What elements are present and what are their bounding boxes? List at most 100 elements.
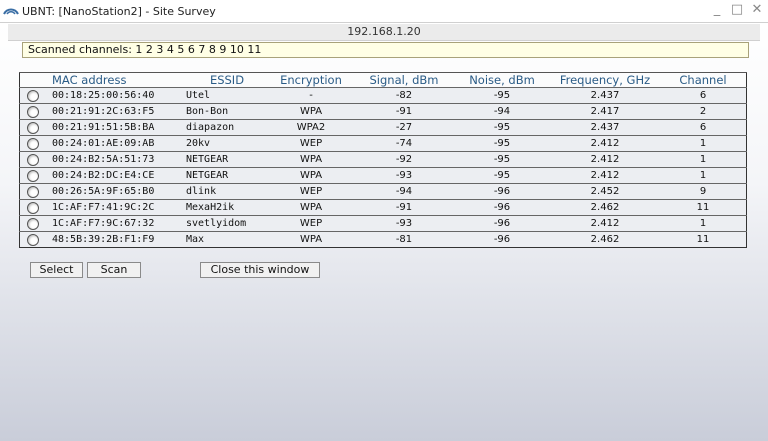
- survey-table: MAC address ESSID Encryption Signal, dBm…: [19, 72, 747, 248]
- row-select-cell: [19, 167, 46, 184]
- table-row[interactable]: 00:24:01:AE:09:AB 20kv WEP -74 -95 2.412 1: [19, 135, 747, 152]
- row-radio-button[interactable]: [27, 121, 39, 134]
- row-radio-button[interactable]: [27, 89, 39, 102]
- table-row[interactable]: 00:24:B2:DC:E4:CE NETGEAR WPA -93 -95 2.412 1: [19, 167, 747, 184]
- channel-cell: 6: [660, 87, 747, 104]
- scan-button[interactable]: Scan: [87, 262, 141, 278]
- close-window-button[interactable]: Close this window: [200, 262, 320, 278]
- ubnt-logo-icon: [3, 8, 19, 15]
- frequency-cell: 2.412: [550, 135, 660, 152]
- row-radio-button[interactable]: [27, 153, 39, 166]
- table-row[interactable]: 00:18:25:00:56:40 Utel - -82 -95 2.437 6: [19, 87, 747, 104]
- row-radio-button[interactable]: [27, 233, 39, 246]
- table-row[interactable]: 00:24:B2:5A:51:73 NETGEAR WPA -92 -95 2.412 1: [19, 151, 747, 168]
- encryption-cell: WPA2: [268, 119, 354, 136]
- encryption-cell: WEP: [268, 135, 354, 152]
- mac-cell: 48:5B:39:2B:F1:F9: [46, 231, 186, 248]
- close-icon[interactable]: ✕: [750, 3, 764, 17]
- row-radio-button[interactable]: [27, 169, 39, 182]
- header-noise: Noise, dBm: [454, 72, 550, 88]
- row-select-cell: [19, 183, 46, 200]
- channel-cell: 1: [660, 215, 747, 232]
- encryption-cell: WEP: [268, 183, 354, 200]
- mac-cell: 00:26:5A:9F:65:B0: [46, 183, 186, 200]
- encryption-cell: WPA: [268, 231, 354, 248]
- scanned-channels: Scanned channels: 1 2 3 4 5 6 7 8 9 10 1…: [22, 42, 749, 58]
- noise-cell: -96: [454, 199, 550, 216]
- table-row[interactable]: 00:26:5A:9F:65:B0 dlink WEP -94 -96 2.452 9: [19, 183, 747, 200]
- noise-cell: -96: [454, 215, 550, 232]
- noise-cell: -95: [454, 135, 550, 152]
- essid-cell: Bon-Bon: [186, 103, 268, 120]
- frequency-cell: 2.412: [550, 215, 660, 232]
- essid-cell: dlink: [186, 183, 268, 200]
- encryption-cell: WPA: [268, 199, 354, 216]
- table-row[interactable]: 00:21:91:2C:63:F5 Bon-Bon WPA -91 -94 2.417 2: [19, 103, 747, 120]
- row-select-cell: [19, 87, 46, 104]
- signal-cell: -82: [354, 87, 454, 104]
- channel-cell: 11: [660, 199, 747, 216]
- frequency-cell: 2.437: [550, 87, 660, 104]
- row-radio-button[interactable]: [27, 137, 39, 150]
- row-select-cell: [19, 151, 46, 168]
- header-mac: MAC address: [46, 72, 186, 88]
- mac-cell: 00:21:91:51:5B:BA: [46, 119, 186, 136]
- mac-cell: 00:24:B2:5A:51:73: [46, 151, 186, 168]
- table-row[interactable]: 1C:AF:F7:9C:67:32 svetlyidom WEP -93 -96 2.41…: [19, 215, 747, 232]
- title-bar: UBNT: [NanoStation2] - Site Survey _ □ ✕: [0, 0, 768, 22]
- channel-cell: 11: [660, 231, 747, 248]
- essid-cell: Utel: [186, 87, 268, 104]
- table-row[interactable]: 00:21:91:51:5B:BA diapazon WPA2 -27 -95 2.437…: [19, 119, 747, 136]
- header-channel: Channel: [660, 72, 747, 88]
- survey-table-wrapper: MAC address ESSID Encryption Signal, dBm…: [19, 72, 747, 248]
- signal-cell: -27: [354, 119, 454, 136]
- encryption-cell: -: [268, 87, 354, 104]
- row-select-cell: [19, 103, 46, 120]
- select-column-header: [19, 72, 46, 88]
- signal-cell: -94: [354, 183, 454, 200]
- header-essid: ESSID: [186, 72, 268, 88]
- address-bar: 192.168.1.20: [8, 24, 760, 41]
- mac-cell: 1C:AF:F7:9C:67:32: [46, 215, 186, 232]
- mac-cell: 00:24:B2:DC:E4:CE: [46, 167, 186, 184]
- channel-cell: 2: [660, 103, 747, 120]
- row-select-cell: [19, 199, 46, 216]
- minimize-icon[interactable]: _: [710, 3, 724, 17]
- frequency-cell: 2.412: [550, 151, 660, 168]
- essid-cell: 20kv: [186, 135, 268, 152]
- row-select-cell: [19, 119, 46, 136]
- row-select-cell: [19, 135, 46, 152]
- mac-cell: 00:18:25:00:56:40: [46, 87, 186, 104]
- noise-cell: -96: [454, 183, 550, 200]
- table-row[interactable]: 1C:AF:F7:41:9C:2C MexaH2ik WPA -91 -96 2.462 1…: [19, 199, 747, 216]
- frequency-cell: 2.462: [550, 199, 660, 216]
- signal-cell: -93: [354, 167, 454, 184]
- noise-cell: -95: [454, 87, 550, 104]
- frequency-cell: 2.452: [550, 183, 660, 200]
- encryption-cell: WPA: [268, 167, 354, 184]
- row-radio-button[interactable]: [27, 201, 39, 214]
- signal-cell: -92: [354, 151, 454, 168]
- row-radio-button[interactable]: [27, 217, 39, 230]
- window-title: UBNT: [NanoStation2] - Site Survey: [22, 4, 216, 18]
- header-frequency: Frequency, GHz: [550, 72, 660, 88]
- select-button[interactable]: Select: [30, 262, 83, 278]
- signal-cell: -81: [354, 231, 454, 248]
- frequency-cell: 2.462: [550, 231, 660, 248]
- table-row[interactable]: 48:5B:39:2B:F1:F9 Max WPA -81 -96 2.462 11: [19, 231, 747, 248]
- mac-cell: 1C:AF:F7:41:9C:2C: [46, 199, 186, 216]
- row-select-cell: [19, 231, 46, 248]
- signal-cell: -91: [354, 199, 454, 216]
- maximize-icon[interactable]: □: [730, 3, 744, 17]
- header-encryption: Encryption: [268, 72, 354, 88]
- channel-cell: 1: [660, 151, 747, 168]
- essid-cell: NETGEAR: [186, 167, 268, 184]
- header-signal: Signal, dBm: [354, 72, 454, 88]
- noise-cell: -95: [454, 119, 550, 136]
- page-content: 192.168.1.20 Scanned channels: 1 2 3 4 5…: [0, 22, 768, 441]
- row-radio-button[interactable]: [27, 105, 39, 118]
- row-radio-button[interactable]: [27, 185, 39, 198]
- table-header-row: MAC address ESSID Encryption Signal, dBm…: [19, 72, 747, 88]
- noise-cell: -96: [454, 231, 550, 248]
- signal-cell: -93: [354, 215, 454, 232]
